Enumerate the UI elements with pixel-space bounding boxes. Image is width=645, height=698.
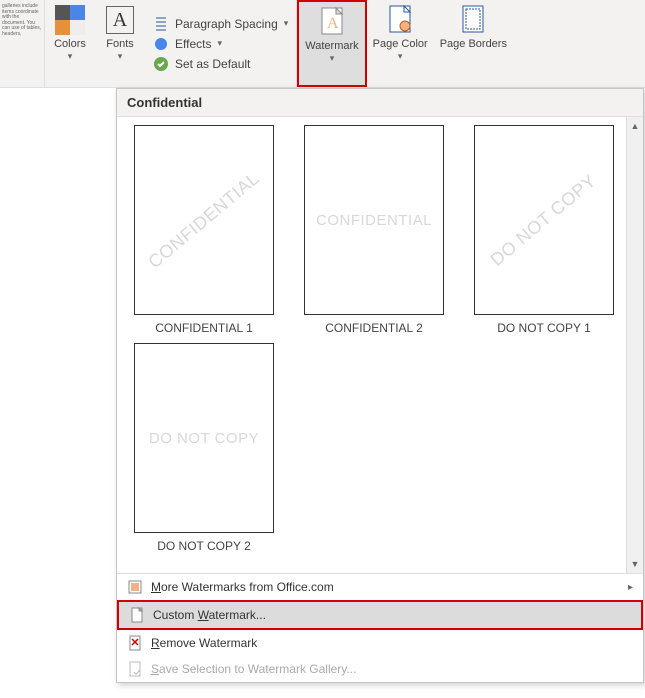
watermark-gallery: CONFIDENTIAL CONFIDENTIAL 1 CONFIDENTIAL… <box>117 117 643 573</box>
dropdown-caret-icon: ▾ <box>68 51 73 62</box>
doc-preview-snippet: galleries include items coordinate with … <box>0 0 44 87</box>
fonts-button[interactable]: A Fonts ▾ <box>95 0 145 87</box>
page-borders-icon <box>457 4 489 36</box>
effects-icon <box>153 36 169 52</box>
gallery-scrollbar[interactable]: ▲ ▼ <box>626 117 643 573</box>
gallery-item-do-not-copy-1[interactable]: DO NOT COPY DO NOT COPY 1 <box>469 125 619 335</box>
menu-label: Remove Watermark <box>151 636 257 650</box>
office-icon <box>127 579 143 595</box>
watermark-preview-text: CONFIDENTIAL <box>316 212 432 229</box>
checkmark-icon <box>153 56 169 72</box>
effects-label: Effects <box>175 37 211 51</box>
menu-label: Save Selection to Watermark Gallery... <box>151 662 356 676</box>
ribbon: galleries include items coordinate with … <box>0 0 645 88</box>
dropdown-caret-icon: ▾ <box>118 51 123 62</box>
paragraph-spacing-icon <box>153 16 169 32</box>
page-color-label: Page Color <box>373 38 428 50</box>
gallery-item-do-not-copy-2[interactable]: DO NOT COPY DO NOT COPY 2 <box>129 343 279 553</box>
set-default-button[interactable]: Set as Default <box>153 56 288 72</box>
gallery-item-label: CONFIDENTIAL 1 <box>155 321 253 335</box>
watermark-preview-text: DO NOT COPY <box>487 170 601 270</box>
menu-save-selection: Save Selection to Watermark Gallery... <box>117 656 643 682</box>
ribbon-middle-group: Paragraph Spacing ▾ Effects ▾ Set as Def… <box>145 0 296 87</box>
menu-label: Custom Watermark... <box>153 608 266 622</box>
paragraph-spacing-label: Paragraph Spacing <box>175 17 278 31</box>
page-icon <box>129 607 145 623</box>
page-borders-button[interactable]: Page Borders <box>434 0 513 87</box>
scroll-up-icon[interactable]: ▲ <box>627 119 643 133</box>
remove-icon <box>127 635 143 651</box>
menu-remove-watermark[interactable]: Remove Watermark <box>117 630 643 656</box>
gallery-item-label: DO NOT COPY 1 <box>497 321 591 335</box>
dropdown-section-header: Confidential <box>117 89 643 117</box>
dropdown-caret-icon: ▾ <box>398 51 403 62</box>
paragraph-spacing-button[interactable]: Paragraph Spacing ▾ <box>153 16 288 32</box>
effects-button[interactable]: Effects ▾ <box>153 36 288 52</box>
dropdown-caret-icon: ▾ <box>330 53 335 64</box>
set-default-label: Set as Default <box>175 57 250 71</box>
menu-more-watermarks[interactable]: More Watermarks from Office.com <box>117 574 643 600</box>
gallery-item-confidential-2[interactable]: CONFIDENTIAL CONFIDENTIAL 2 <box>299 125 449 335</box>
watermark-preview-text: DO NOT COPY <box>149 430 259 447</box>
save-gallery-icon <box>127 661 143 677</box>
gallery-item-label: DO NOT COPY 2 <box>157 539 251 553</box>
colors-button[interactable]: Colors ▾ <box>45 0 95 87</box>
scroll-down-icon[interactable]: ▼ <box>627 557 643 571</box>
gallery-item-label: CONFIDENTIAL 2 <box>325 321 423 335</box>
colors-label: Colors <box>54 38 86 50</box>
menu-label: More Watermarks from Office.com <box>151 580 334 594</box>
watermark-dropdown: Confidential CONFIDENTIAL CONFIDENTIAL 1… <box>116 88 644 683</box>
menu-custom-watermark[interactable]: Custom Watermark... <box>117 600 643 630</box>
colors-icon <box>54 4 86 36</box>
page-borders-label: Page Borders <box>440 38 507 50</box>
dropdown-caret-icon: ▾ <box>284 18 289 29</box>
dropdown-caret-icon: ▾ <box>217 38 222 49</box>
page-color-button[interactable]: Page Color ▾ <box>367 0 434 87</box>
page-color-icon <box>384 4 416 36</box>
fonts-label: Fonts <box>106 38 134 50</box>
svg-text:A: A <box>327 15 339 32</box>
watermark-button[interactable]: A Watermark ▾ <box>297 0 366 87</box>
watermark-preview-text: CONFIDENTIAL <box>144 168 263 273</box>
watermark-icon: A <box>316 6 348 38</box>
fonts-icon: A <box>104 4 136 36</box>
watermark-label: Watermark <box>305 40 358 52</box>
gallery-item-confidential-1[interactable]: CONFIDENTIAL CONFIDENTIAL 1 <box>129 125 279 335</box>
dropdown-menu-list: More Watermarks from Office.com Custom W… <box>117 573 643 682</box>
